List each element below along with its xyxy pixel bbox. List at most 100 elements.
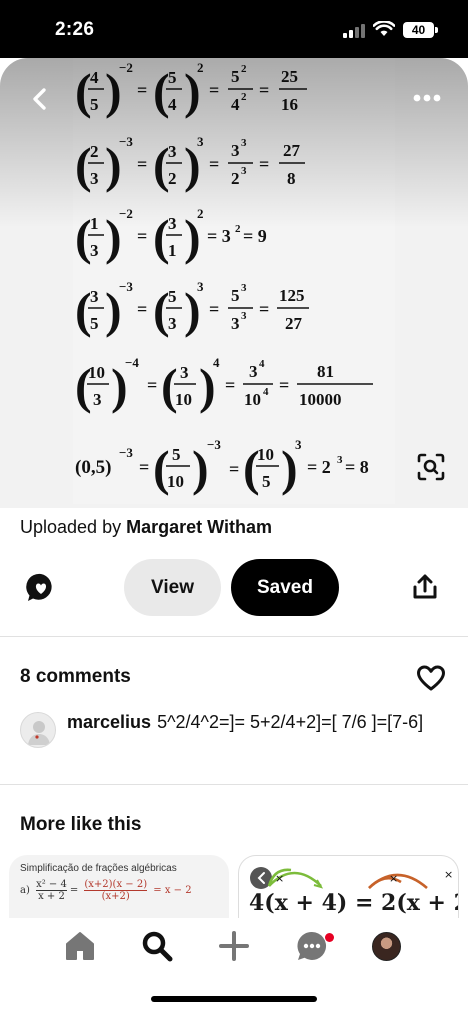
svg-text:1: 1 [90,214,99,233]
saved-button[interactable]: Saved [231,559,339,616]
svg-text:2: 2 [241,63,247,75]
svg-text:3: 3 [168,142,177,161]
svg-text:=: = [147,375,157,395]
comment: marcelius 5^2/4^2=]= 5+2/4+2]=[ 7/6 ]=[7-… [67,710,452,734]
svg-text:5: 5 [231,286,240,305]
svg-text:3: 3 [197,134,204,149]
home-icon[interactable] [62,928,98,964]
svg-text:2: 2 [241,91,247,103]
svg-text:5: 5 [90,95,99,114]
svg-text:3: 3 [241,165,247,177]
eq-mid-denominator: (x+2) [101,891,130,902]
status-time: 2:26 [55,19,95,40]
svg-text:3: 3 [295,437,302,452]
svg-text:3: 3 [90,169,99,188]
svg-text:3: 3 [231,314,240,333]
svg-text:= 3: = 3 [207,226,231,246]
create-icon[interactable] [216,928,252,964]
comment-icon[interactable] [24,571,58,605]
pin-image[interactable]: ( 4 5 ) −2 = ( 5 4 ) 2 = 52 42 = 25 16 (… [73,58,395,504]
visual-search-icon[interactable] [414,450,448,484]
svg-text:=: = [259,80,269,100]
svg-text:=: = [229,459,239,479]
svg-text:3: 3 [197,279,204,294]
svg-text:2: 2 [168,169,177,188]
more-like-this-title: More like this [20,814,142,835]
svg-text:−3: −3 [119,445,133,460]
svg-text:×: × [275,872,284,885]
related-pin-card[interactable]: × × × 4(x + 4) = 2(x + 2) [238,855,459,920]
eq-denominator: x + 2 [38,891,65,902]
svg-text:3: 3 [241,282,247,294]
svg-text:10: 10 [257,445,274,464]
svg-text:4: 4 [231,95,240,114]
svg-text:×: × [389,872,398,885]
svg-text:3: 3 [231,141,240,160]
svg-text:2: 2 [197,206,204,221]
pin-closeup: ( 4 5 ) −2 = ( 5 4 ) 2 = 52 42 = 25 16 (… [0,58,468,508]
svg-text:5: 5 [168,287,177,306]
bottom-nav [0,918,468,978]
svg-text:2: 2 [90,142,99,161]
svg-text:2: 2 [235,223,241,235]
commenter-avatar[interactable] [20,712,56,748]
comment-author[interactable]: marcelius [67,712,151,732]
svg-text:= 2: = 2 [307,457,331,477]
related-pin-card[interactable]: Simplificação de frações algébricas a) x… [9,855,229,920]
svg-text:5: 5 [172,445,181,464]
svg-text:10: 10 [167,472,184,491]
svg-text:1: 1 [168,241,177,260]
more-options-icon[interactable] [410,86,444,110]
svg-text:3: 3 [168,314,177,333]
back-icon[interactable] [24,82,58,116]
svg-text:3: 3 [90,287,99,306]
svg-text:5: 5 [262,472,271,491]
svg-text:−3: −3 [119,134,133,149]
svg-text:=: = [139,457,149,477]
svg-text:4: 4 [168,95,177,114]
svg-text:−3: −3 [119,279,133,294]
svg-text:−4: −4 [125,355,139,370]
svg-text:3: 3 [180,363,189,382]
svg-text:3: 3 [168,214,177,233]
svg-text:=: = [137,154,147,174]
svg-text:=: = [209,299,219,319]
svg-text:(0,5): (0,5) [75,457,111,478]
svg-text:10: 10 [88,363,105,382]
svg-text:25: 25 [281,67,298,86]
comments-title[interactable]: 8 comments [20,666,131,688]
svg-text:27: 27 [285,314,303,333]
share-icon[interactable] [410,572,440,602]
uploader-line: Uploaded by Margaret Witham [20,517,272,538]
uploader-name[interactable]: Margaret Witham [126,517,272,537]
heart-icon[interactable] [416,664,446,692]
battery-tip [435,27,438,33]
svg-text:=: = [137,80,147,100]
svg-text:=: = [259,299,269,319]
svg-text:−2: −2 [119,60,133,75]
svg-text:16: 16 [281,95,298,114]
svg-text:10: 10 [244,390,261,409]
svg-text:4: 4 [259,358,265,370]
svg-text:81: 81 [317,362,334,381]
search-icon[interactable] [139,928,175,964]
eq-result: = x − 2 [153,885,192,896]
divider [0,784,468,785]
uploaded-by-label: Uploaded by [20,517,122,537]
svg-text:4: 4 [263,386,269,398]
svg-text:=: = [279,375,289,395]
svg-text:27: 27 [283,141,301,160]
svg-text:3: 3 [337,454,343,466]
svg-text:=: = [209,80,219,100]
svg-text:=: = [137,226,147,246]
svg-text:5: 5 [168,68,177,87]
profile-avatar[interactable] [372,932,401,961]
svg-text:−2: −2 [119,206,133,221]
comment-text: 5^2/4^2=]= 5+2/4+2]=[ 7/6 ]=[7-6] [157,712,424,732]
battery-icon: 40 [403,22,434,38]
messages-icon[interactable] [294,928,330,964]
wifi-icon [373,21,395,36]
svg-text:5: 5 [90,314,99,333]
view-button[interactable]: View [124,559,221,616]
svg-text:4: 4 [213,355,220,370]
